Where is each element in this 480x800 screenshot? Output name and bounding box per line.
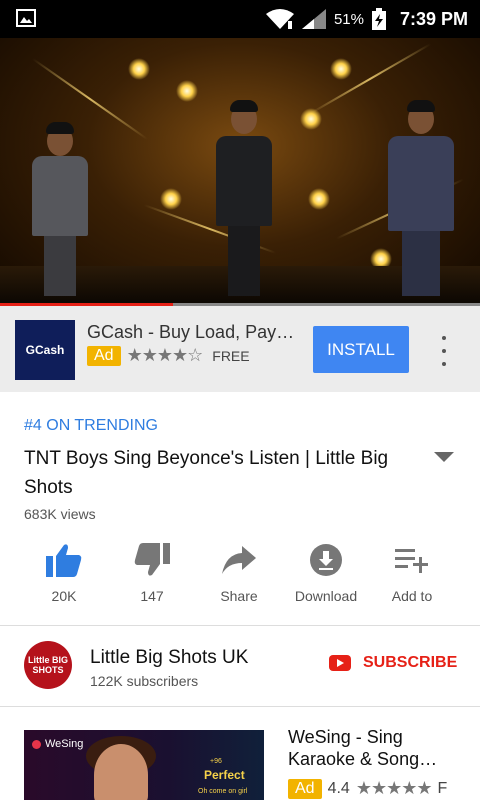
wifi-icon [265, 9, 294, 29]
like-count: 20K [51, 588, 77, 604]
thumb-lyrics: Oh come on girl [198, 788, 248, 795]
subscribe-label: SUBSCRIBE [363, 654, 458, 671]
view-count: 683K views [24, 506, 96, 522]
battery-charging-icon [371, 8, 386, 30]
ad-card-trailing: F [437, 779, 448, 797]
thumb-perfect-label: Perfect [204, 768, 245, 782]
singer-photo [94, 744, 148, 800]
rating-stars: ★★★★★ [355, 778, 433, 798]
ad-card-title[interactable]: WeSing - Sing Karaoke & Song… [288, 726, 468, 770]
divider [0, 625, 480, 626]
share-label: Share [220, 588, 258, 604]
trending-label[interactable]: #4 ON TRENDING [24, 417, 158, 435]
video-title: TNT Boys Sing Beyonce's Listen | Little … [24, 448, 389, 498]
download-icon [310, 544, 342, 576]
clock: 7:39 PM [399, 8, 468, 29]
channel-name[interactable]: Little Big Shots UK [90, 647, 248, 669]
action-row: 20K 147 Share Download Add to [0, 540, 480, 610]
image-icon [16, 9, 36, 27]
rating-stars: ★★★★☆ [126, 345, 204, 365]
gcash-logo: GCash [15, 320, 75, 380]
download-button[interactable]: Download [281, 540, 371, 604]
thumbs-down-icon [134, 543, 170, 576]
install-button[interactable]: INSTALL [313, 326, 409, 373]
battery-percent: 51% [333, 10, 364, 28]
add-to-label: Add to [391, 588, 433, 604]
subscriber-count: 122K subscribers [90, 673, 199, 689]
youtube-logo-icon [329, 655, 351, 671]
video-player[interactable] [0, 38, 480, 306]
share-button[interactable]: Share [194, 540, 284, 604]
ad-badge: Ad [288, 778, 322, 799]
thumb-brand-label: WeSing [45, 738, 84, 750]
divider [0, 706, 480, 707]
channel-avatar[interactable]: Little BIG SHOTS [24, 641, 72, 689]
ad-badge: Ad [87, 345, 121, 366]
download-label: Download [294, 588, 358, 604]
dislike-count: 147 [140, 588, 164, 604]
subscribe-button[interactable]: SUBSCRIBE [329, 654, 457, 672]
performer-center [214, 86, 274, 296]
thumbs-up-icon [46, 544, 82, 577]
ad-banner[interactable]: GCash GCash - Buy Load, Pay… Ad ★★★★☆ FR… [0, 306, 480, 392]
performer-right [386, 86, 456, 296]
performer-left [30, 116, 90, 296]
like-button[interactable]: 20K [19, 540, 109, 604]
status-bar: 51% 7:39 PM [0, 0, 480, 38]
price-label: FREE [212, 347, 250, 364]
wesing-icon [32, 739, 41, 749]
thumb-score: +96 [210, 758, 222, 765]
playlist-add-icon [395, 549, 428, 573]
ad-rating: 4.4 [327, 779, 350, 797]
share-icon [222, 546, 256, 574]
add-to-button[interactable]: Add to [367, 540, 457, 604]
more-options-icon[interactable] [434, 336, 454, 366]
wesing-logo: WeSing [32, 738, 83, 750]
ad-app-title[interactable]: GCash - Buy Load, Pay… [87, 322, 294, 343]
ad-thumbnail[interactable]: WeSing +96 Perfect Oh come on girl [24, 730, 264, 800]
ad-card-meta: Ad 4.4 ★★★★★ F [288, 778, 447, 799]
dislike-button[interactable]: 147 [107, 540, 197, 604]
expand-description-icon[interactable] [434, 452, 454, 462]
signal-icon [301, 9, 326, 29]
